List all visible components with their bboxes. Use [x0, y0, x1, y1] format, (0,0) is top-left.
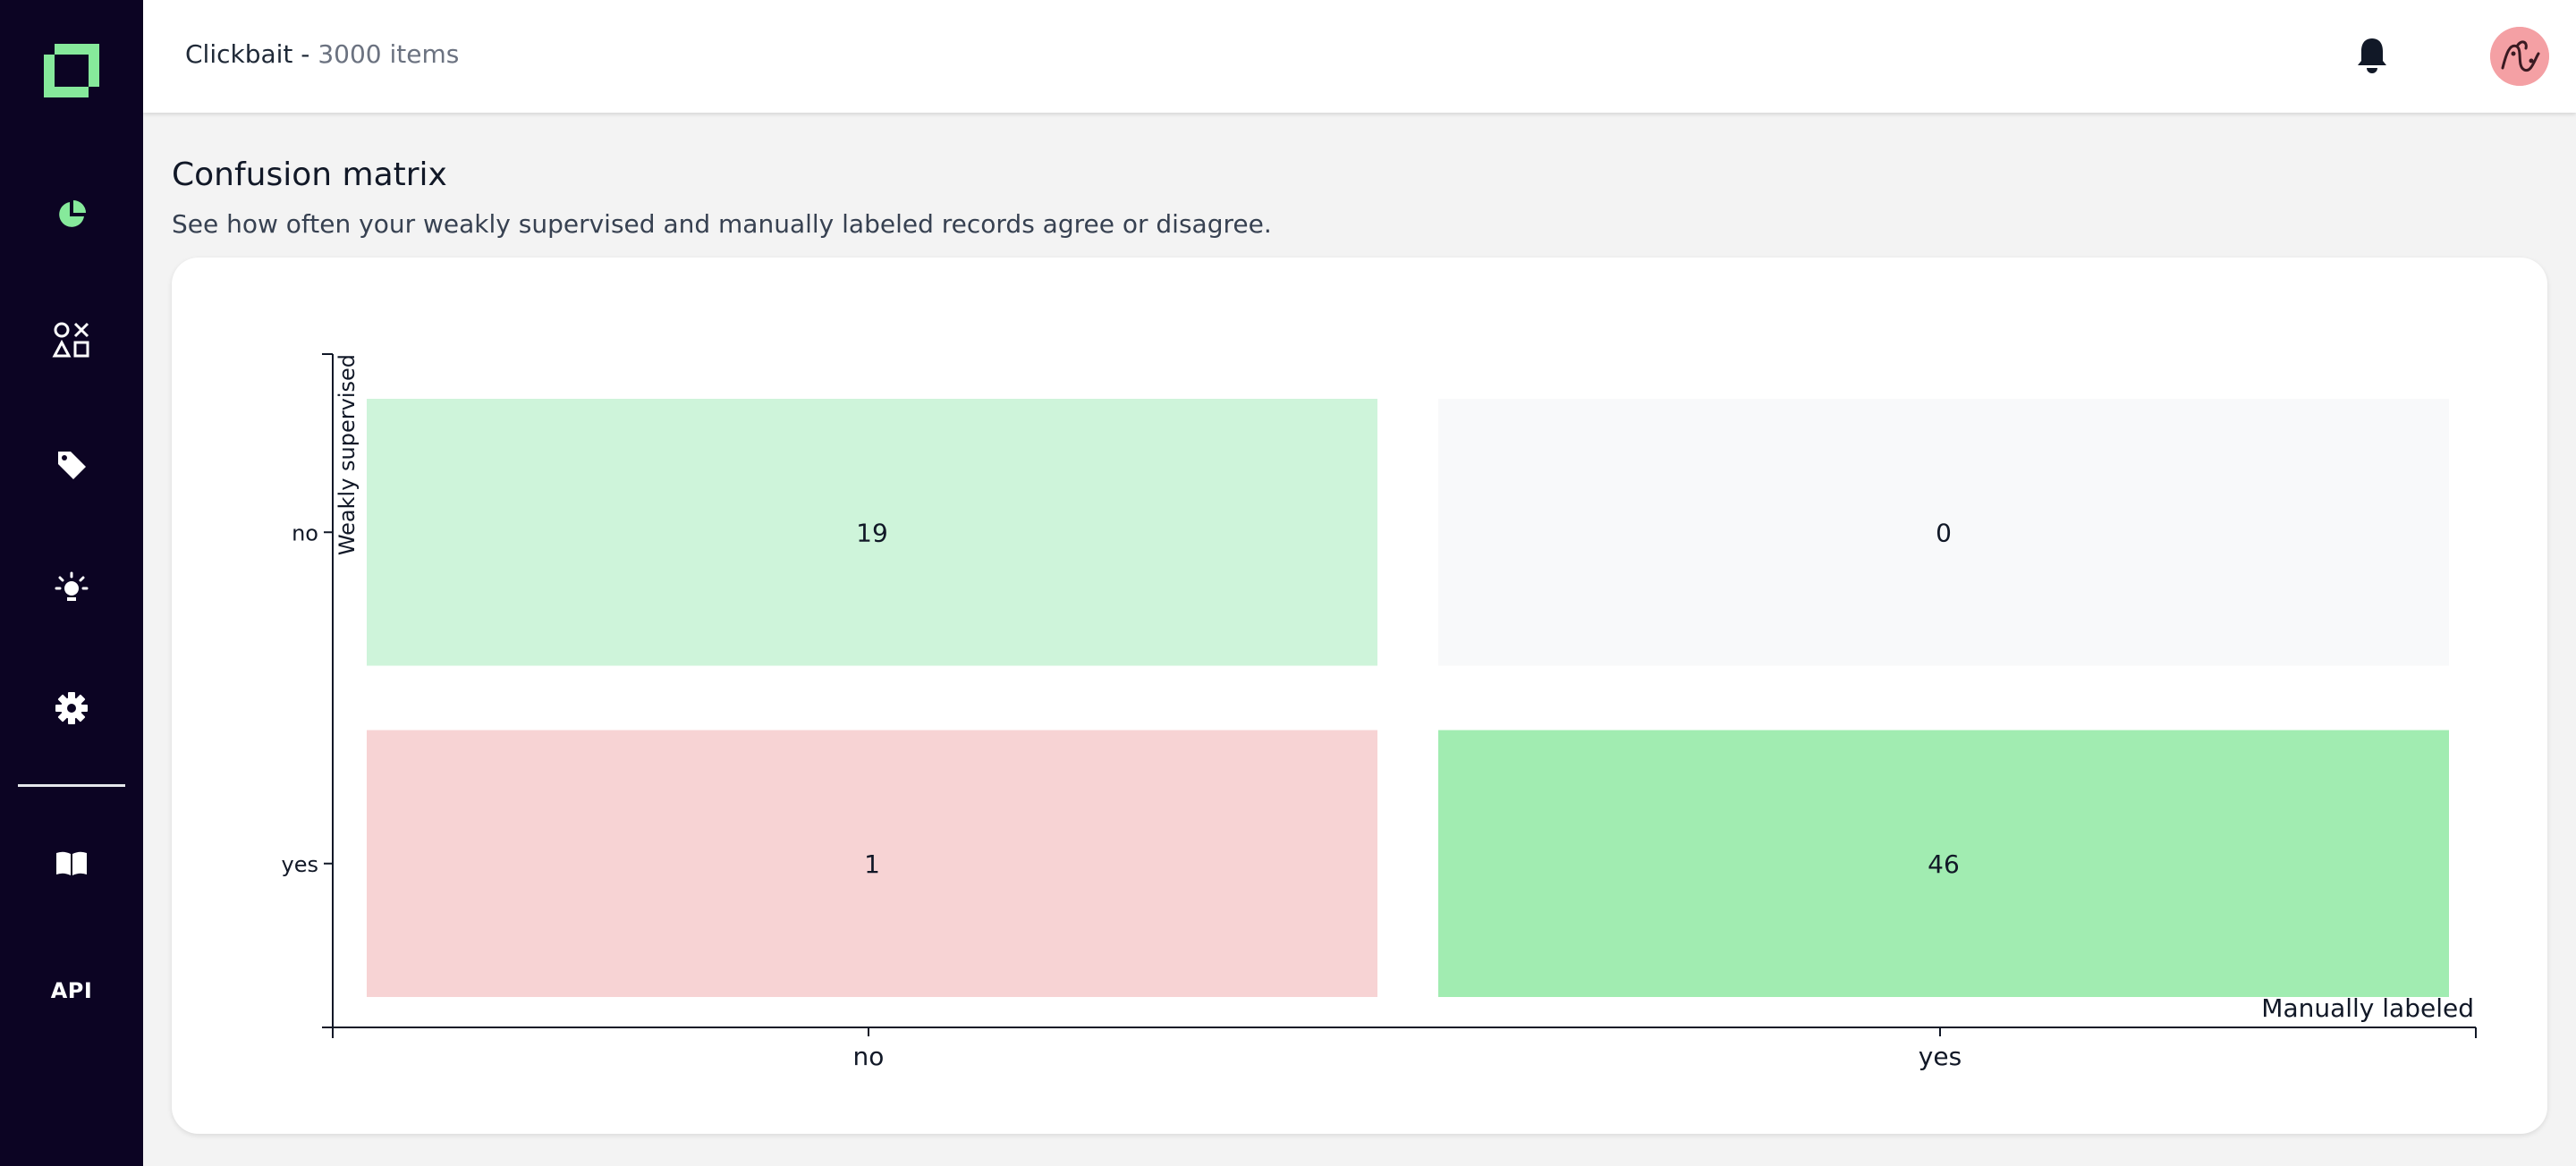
overview-pie-icon[interactable]: [45, 188, 98, 241]
label-tag-icon[interactable]: [45, 438, 98, 492]
x-axis-label: Manually labeled: [2261, 993, 2474, 1023]
y-axis-label: Weakly supervised: [335, 354, 360, 555]
lightbulb-icon[interactable]: [45, 560, 98, 613]
y-tick-label: no: [292, 520, 318, 545]
matrix-cell-value: 1: [864, 849, 880, 879]
kern-logo-icon[interactable]: [42, 42, 101, 99]
page-title: Confusion matrix: [172, 156, 447, 193]
shapes-icon[interactable]: [45, 313, 98, 367]
top-bar: Clickbait - 3000 items: [143, 0, 2576, 113]
sidebar-divider: [18, 784, 125, 787]
x-tick-label: yes: [1919, 1042, 1962, 1071]
api-icon[interactable]: API: [45, 964, 98, 1018]
matrix-cell-value: 0: [1936, 518, 1952, 547]
book-icon[interactable]: [45, 837, 98, 891]
page-subtitle: See how often your weakly supervised and…: [172, 209, 1272, 239]
bell-icon[interactable]: [2354, 36, 2390, 75]
project-item-count: 3000 items: [318, 39, 460, 69]
matrix-cell-value: 46: [1928, 849, 1960, 879]
confusion-matrix-chart: 19 0 1 46 no yes no yes Manually labeled Weakly s…: [282, 353, 2477, 1071]
confusion-matrix-card: 19 0 1 46 no yes no yes Manually labeled Weakly s…: [172, 258, 2547, 1134]
sidebar: API: [0, 0, 143, 1166]
y-tick-label: yes: [282, 852, 318, 877]
project-name: Clickbait -: [185, 39, 318, 69]
api-label: API: [50, 978, 93, 1003]
project-title: Clickbait - 3000 items: [185, 39, 459, 69]
user-avatar-icon[interactable]: [2490, 27, 2549, 86]
gear-icon[interactable]: [45, 681, 98, 735]
x-tick-label: no: [853, 1042, 885, 1071]
matrix-cell-value: 19: [856, 518, 888, 547]
